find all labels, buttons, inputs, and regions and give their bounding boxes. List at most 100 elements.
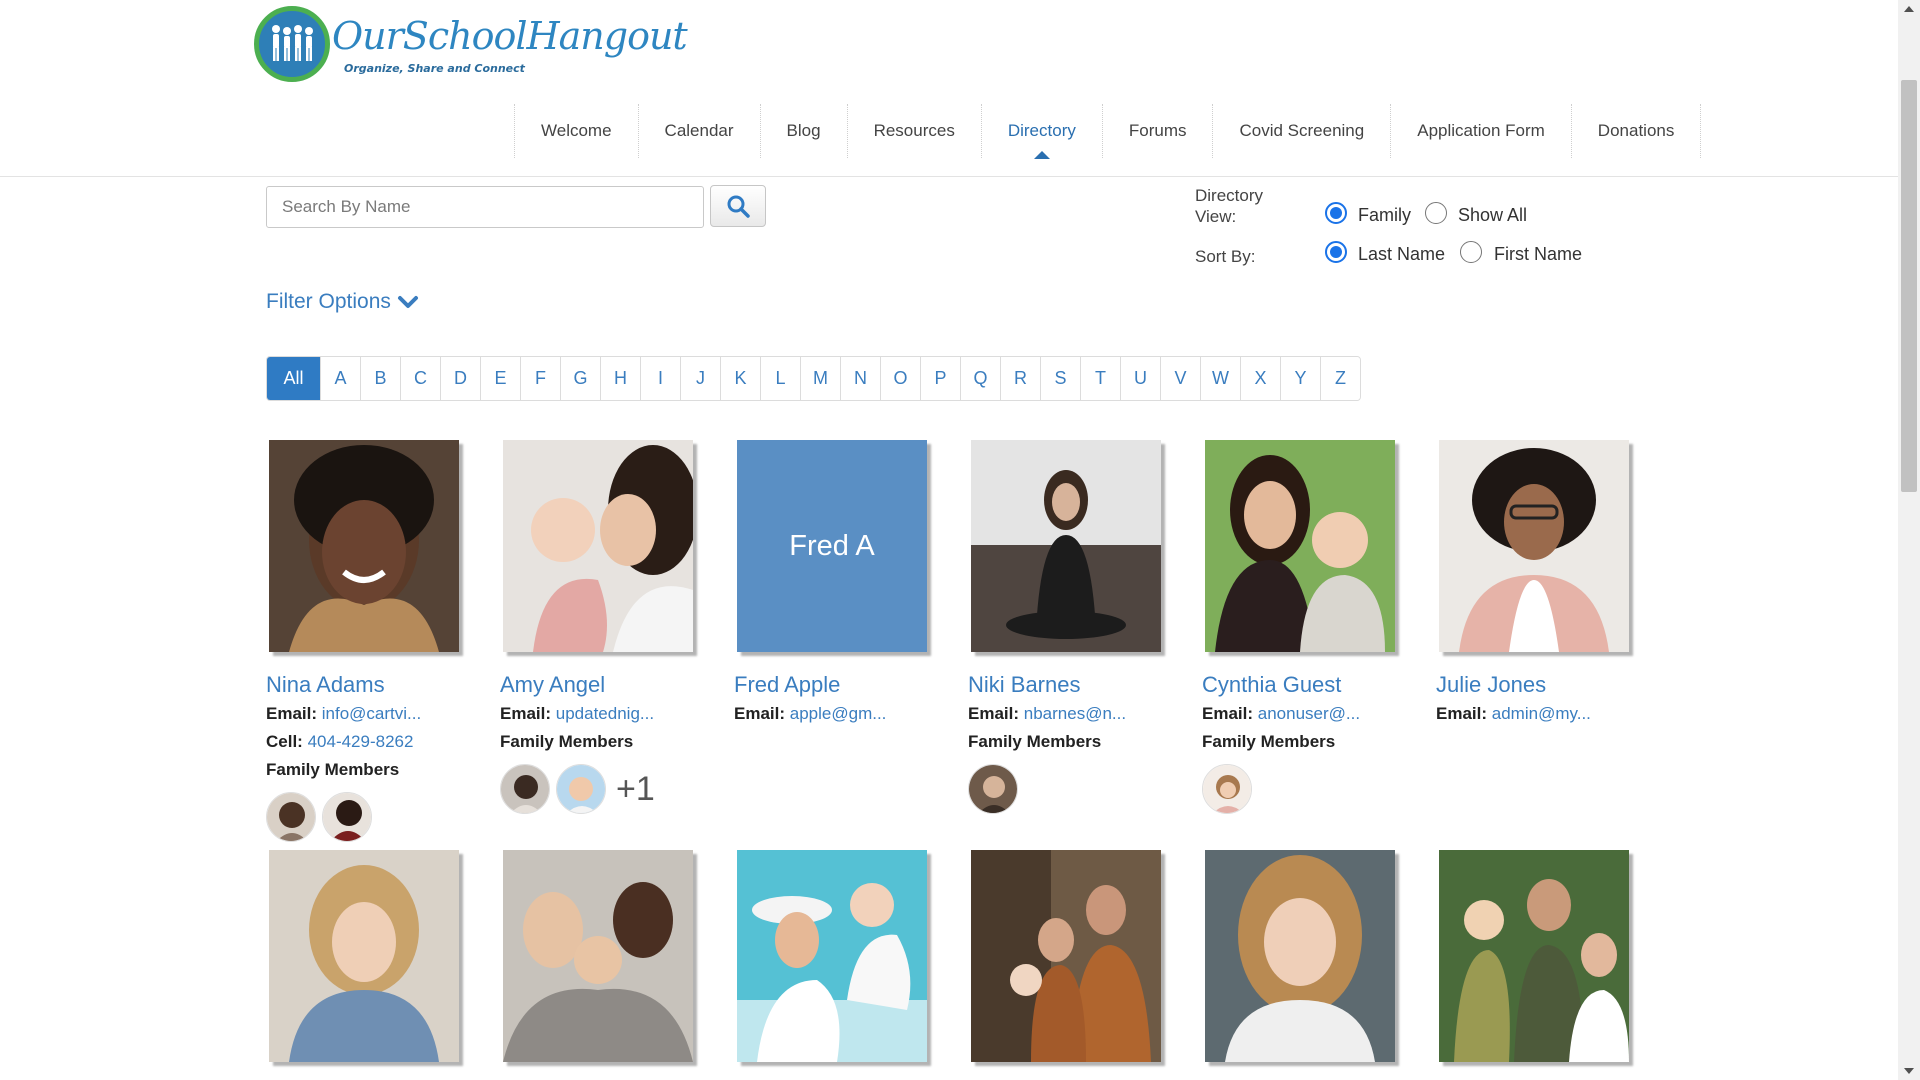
logo-emblem-icon [254, 6, 330, 82]
search-button[interactable] [710, 185, 766, 227]
sort-first-name-label: First Name [1494, 244, 1583, 264]
sort-last-name-radio[interactable] [1325, 241, 1347, 263]
view-show-all-radio[interactable] [1425, 202, 1447, 224]
email-link[interactable]: admin@my... [1492, 704, 1591, 723]
nav-forums[interactable]: Forums [1101, 104, 1213, 158]
nav-resources[interactable]: Resources [846, 104, 981, 158]
alphabet-i-button[interactable]: I [640, 357, 680, 400]
alphabet-f-button[interactable]: F [520, 357, 560, 400]
alphabet-w-button[interactable]: W [1200, 357, 1240, 400]
nav-covid-screening[interactable]: Covid Screening [1212, 104, 1390, 158]
alphabet-c-button[interactable]: C [400, 357, 440, 400]
alphabet-s-button[interactable]: S [1040, 357, 1080, 400]
filter-options-toggle[interactable]: Filter Options [266, 290, 419, 314]
alphabet-all-button[interactable]: All [267, 357, 320, 400]
nav-blog[interactable]: Blog [759, 104, 847, 158]
email-label: Email: [266, 704, 318, 723]
family-avatar[interactable] [556, 764, 606, 814]
alphabet-u-button[interactable]: U [1120, 357, 1160, 400]
site-logo[interactable]: OurSchoolHangout Organize, Share and Con… [254, 6, 688, 86]
alphabet-x-button[interactable]: X [1240, 357, 1280, 400]
view-family-label: Family [1358, 205, 1411, 225]
member-photo[interactable] [269, 440, 459, 652]
family-avatar[interactable] [322, 792, 372, 842]
page-scrollbar[interactable] [1898, 0, 1920, 1080]
family-avatar[interactable] [500, 764, 550, 814]
alphabet-h-button[interactable]: H [600, 357, 640, 400]
member-name[interactable]: Cynthia Guest [1202, 672, 1341, 698]
member-photo[interactable] [971, 850, 1161, 1062]
email-link[interactable]: info@cartvi... [322, 704, 421, 723]
family-members-label: Family Members [1202, 732, 1336, 751]
email-label: Email: [968, 704, 1020, 723]
member-photo[interactable] [971, 440, 1161, 652]
member-photo[interactable] [503, 850, 693, 1062]
alphabet-m-button[interactable]: M [800, 357, 840, 400]
alphabet-r-button[interactable]: R [1000, 357, 1040, 400]
view-family-radio[interactable] [1325, 202, 1347, 224]
alphabet-o-button[interactable]: O [880, 357, 920, 400]
scroll-down-arrow-icon[interactable] [1904, 1068, 1914, 1074]
nav-directory[interactable]: Directory [980, 104, 1102, 159]
family-avatar[interactable] [1202, 764, 1252, 814]
member-email: Email: updatednig... [500, 704, 654, 724]
email-label: Email: [500, 704, 552, 723]
family-avatars [968, 764, 1018, 814]
member-photo[interactable] [1439, 850, 1629, 1062]
member-photo[interactable] [1205, 440, 1395, 652]
scrollbar-thumb[interactable] [1901, 80, 1917, 492]
alphabet-k-button[interactable]: K [720, 357, 760, 400]
cell-link[interactable]: 404-429-8262 [308, 732, 414, 751]
alphabet-j-button[interactable]: J [680, 357, 720, 400]
filter-options-label: Filter Options [266, 290, 391, 313]
member-name[interactable]: Nina Adams [266, 672, 385, 698]
sort-last-name-label: Last Name [1358, 244, 1446, 264]
nav-donations[interactable]: Donations [1570, 104, 1702, 158]
alphabet-b-button[interactable]: B [360, 357, 400, 400]
email-link[interactable]: updatednig... [556, 704, 654, 723]
alphabet-t-button[interactable]: T [1080, 357, 1120, 400]
alphabet-n-button[interactable]: N [840, 357, 880, 400]
family-avatar[interactable] [968, 764, 1018, 814]
sort-first-name-radio[interactable] [1460, 241, 1482, 263]
nav-welcome[interactable]: Welcome [514, 104, 638, 158]
more-family-count[interactable]: +1 [616, 770, 655, 809]
member-cell: Cell: 404-429-8262 [266, 732, 413, 752]
member-name[interactable]: Niki Barnes [968, 672, 1080, 698]
member-name[interactable]: Julie Jones [1436, 672, 1546, 698]
placeholder-initials: Fred A [789, 529, 875, 562]
alphabet-v-button[interactable]: V [1160, 357, 1200, 400]
scroll-up-arrow-icon[interactable] [1904, 6, 1914, 12]
family-avatar[interactable] [266, 792, 316, 842]
email-link[interactable]: anonuser@... [1258, 704, 1360, 723]
site-header: OurSchoolHangout Organize, Share and Con… [0, 0, 1898, 177]
email-link[interactable]: nbarnes@n... [1024, 704, 1126, 723]
alphabet-l-button[interactable]: L [760, 357, 800, 400]
member-name[interactable]: Fred Apple [734, 672, 840, 698]
alphabet-q-button[interactable]: Q [960, 357, 1000, 400]
member-photo[interactable] [1205, 850, 1395, 1062]
alphabet-g-button[interactable]: G [560, 357, 600, 400]
member-photo-placeholder[interactable]: Fred A [737, 440, 927, 652]
member-photo[interactable] [1439, 440, 1629, 652]
email-label: Email: [1436, 704, 1488, 723]
nav-application-form[interactable]: Application Form [1390, 104, 1571, 158]
alphabet-p-button[interactable]: P [920, 357, 960, 400]
member-photo[interactable] [737, 850, 927, 1062]
alphabet-y-button[interactable]: Y [1280, 357, 1320, 400]
alphabet-z-button[interactable]: Z [1320, 357, 1360, 400]
view-show-all-label: Show All [1458, 205, 1528, 225]
search-input[interactable] [266, 186, 704, 228]
member-email: Email: apple@gm... [734, 704, 886, 724]
member-name[interactable]: Amy Angel [500, 672, 605, 698]
member-photo[interactable] [269, 850, 459, 1062]
nav-calendar[interactable]: Calendar [637, 104, 760, 158]
email-link[interactable]: apple@gm... [790, 704, 887, 723]
logo-tagline: Organize, Share and Connect [344, 62, 525, 75]
member-photo[interactable] [503, 440, 693, 652]
alphabet-a-button[interactable]: A [320, 357, 360, 400]
alphabet-d-button[interactable]: D [440, 357, 480, 400]
member-email: Email: anonuser@... [1202, 704, 1360, 724]
member-email: Email: info@cartvi... [266, 704, 421, 724]
alphabet-e-button[interactable]: E [480, 357, 520, 400]
